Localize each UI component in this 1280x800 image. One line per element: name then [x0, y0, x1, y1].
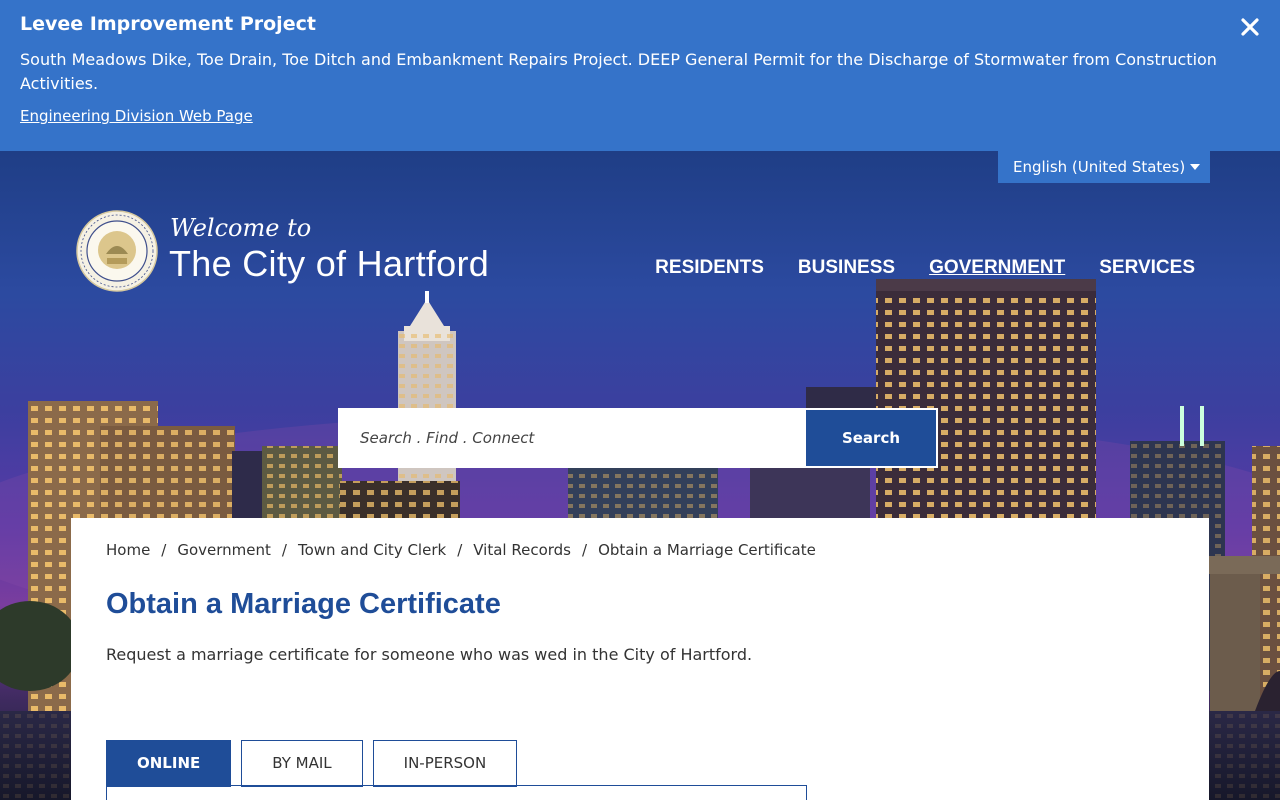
breadcrumb-home[interactable]: Home — [106, 541, 150, 559]
breadcrumb-town-city-clerk[interactable]: Town and City Clerk — [298, 541, 446, 559]
language-selector[interactable]: English (United States) — [998, 151, 1210, 183]
tab-in-person[interactable]: IN-PERSON — [372, 740, 518, 787]
main-navigation: RESIDENTS BUSINESS GOVERNMENT SERVICES — [655, 257, 1195, 279]
breadcrumb: Home / Government / Town and City Clerk … — [106, 541, 1174, 559]
engineering-division-link[interactable]: Engineering Division Web Page — [20, 107, 253, 125]
tab-by-mail[interactable]: BY MAIL — [241, 740, 363, 787]
search-bar: Search — [338, 408, 938, 468]
city-seal-logo[interactable] — [76, 210, 158, 292]
alert-title: Levee Improvement Project — [20, 13, 316, 35]
alert-text: South Meadows Dike, Toe Drain, Toe Ditch… — [20, 50, 1217, 93]
nav-item-government[interactable]: GOVERNMENT — [929, 257, 1065, 279]
breadcrumb-separator: / — [161, 541, 167, 559]
tab-panel — [106, 785, 807, 800]
page-title: Obtain a Marriage Certificate — [106, 588, 501, 620]
close-icon[interactable] — [1238, 15, 1262, 39]
tab-online[interactable]: ONLINE — [106, 740, 232, 787]
breadcrumb-separator: / — [457, 541, 463, 559]
page-intro: Request a marriage certificate for someo… — [106, 645, 753, 664]
method-tabs: ONLINE BY MAIL IN-PERSON — [106, 740, 518, 787]
caret-down-icon — [1190, 164, 1200, 170]
site-title[interactable]: The City of Hartford — [169, 243, 489, 285]
language-selected-label: English (United States) — [1013, 158, 1186, 176]
main-content: Home / Government / Town and City Clerk … — [71, 518, 1209, 800]
welcome-text: Welcome to — [170, 214, 312, 242]
search-button[interactable]: Search — [806, 410, 936, 466]
nav-item-business[interactable]: BUSINESS — [798, 257, 895, 279]
breadcrumb-vital-records[interactable]: Vital Records — [473, 541, 571, 559]
search-input[interactable] — [338, 408, 806, 468]
breadcrumb-separator: / — [281, 541, 287, 559]
nav-item-residents[interactable]: RESIDENTS — [655, 257, 764, 279]
nav-item-services[interactable]: SERVICES — [1099, 257, 1195, 279]
breadcrumb-separator: / — [582, 541, 588, 559]
breadcrumb-current: Obtain a Marriage Certificate — [598, 541, 816, 559]
alert-banner: Levee Improvement Project South Meadows … — [0, 0, 1280, 151]
breadcrumb-government[interactable]: Government — [177, 541, 271, 559]
